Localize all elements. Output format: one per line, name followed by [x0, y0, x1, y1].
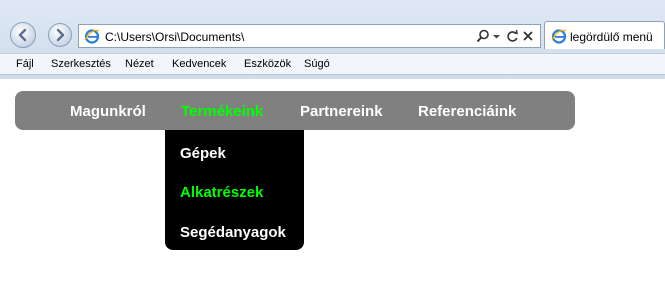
arrow-right-icon — [56, 28, 65, 42]
browser-chrome: C:\Users\Orsi\Documents\ legördülő menü — [0, 0, 665, 79]
tab-label: legördülő menü — [570, 30, 653, 44]
arrow-left-icon — [18, 28, 27, 42]
dropdown-item-parts[interactable]: Alkatrészek — [180, 184, 263, 201]
address-text: C:\Users\Orsi\Documents\ — [105, 30, 245, 44]
forward-button[interactable] — [48, 23, 72, 47]
dropdown-arrow-icon[interactable] — [492, 28, 501, 44]
page-content: Magunkról Termékeink Partnereink Referen… — [0, 79, 665, 281]
menu-item-tools[interactable]: Eszközök — [244, 58, 291, 70]
menu-item-favorites[interactable]: Kedvencek — [172, 58, 226, 70]
products-dropdown: Gépek Alkatrészek Segédanyagok — [165, 130, 304, 250]
address-bar[interactable]: C:\Users\Orsi\Documents\ — [78, 24, 541, 48]
dropdown-item-machines[interactable]: Gépek — [180, 145, 226, 162]
nav-link-partners[interactable]: Partnereink — [300, 103, 383, 120]
menu-item-help[interactable]: Súgó — [304, 58, 330, 70]
ie-icon — [551, 29, 567, 44]
menu-item-edit[interactable]: Szerkesztés — [51, 58, 111, 70]
nav-link-products[interactable]: Termékeink — [181, 103, 263, 120]
dropdown-item-supplies[interactable]: Segédanyagok — [180, 224, 286, 241]
nav-link-references[interactable]: Referenciáink — [418, 103, 516, 120]
menu-bar: Fájl Szerkesztés Nézet Kedvencek Eszközö… — [0, 53, 665, 75]
back-button[interactable] — [10, 22, 36, 48]
refresh-icon[interactable] — [506, 28, 519, 44]
tab-current[interactable]: legördülő menü — [544, 21, 665, 49]
stop-icon[interactable] — [522, 28, 534, 44]
ie-icon — [84, 29, 100, 44]
nav-link-about[interactable]: Magunkról — [70, 103, 146, 120]
search-icon[interactable] — [476, 28, 490, 44]
menu-item-file[interactable]: Fájl — [16, 58, 34, 70]
menu-item-view[interactable]: Nézet — [125, 58, 154, 70]
main-nav: Magunkról Termékeink Partnereink Referen… — [15, 91, 575, 130]
